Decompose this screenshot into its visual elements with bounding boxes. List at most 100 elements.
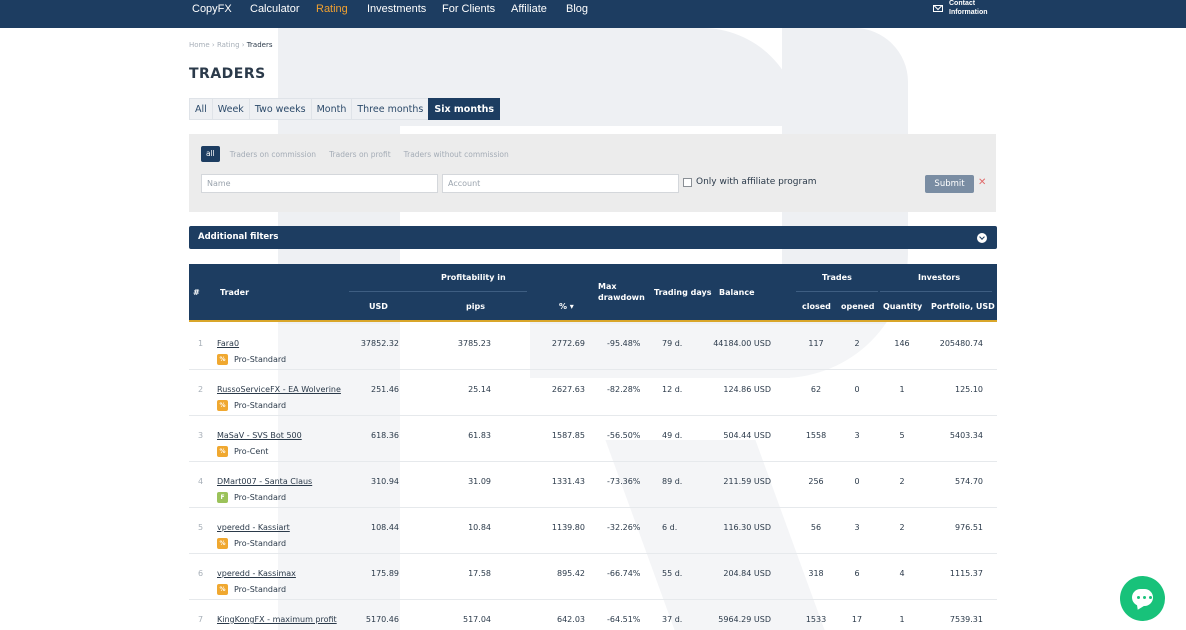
trader-name-link[interactable]: vperedd - Kassiart: [217, 523, 290, 532]
breadcrumb-current: Traders: [246, 41, 273, 49]
investors-quantity: 1: [899, 385, 905, 394]
account-type-label: Pro-Standard: [234, 539, 287, 548]
table-row: 4 DMart007 - Santa Claus F Pro-Standard …: [189, 462, 997, 508]
nav-item-copyfx[interactable]: CopyFX: [192, 3, 232, 15]
profit-pips: 25.14: [468, 385, 491, 394]
checkbox-icon[interactable]: [683, 177, 692, 187]
period-tabs: All Week Two weeks Month Three months Si…: [189, 98, 501, 120]
account-type-label: Pro-Standard: [234, 355, 287, 364]
trading-days: 55 d.: [662, 569, 683, 578]
percent-badge-icon: %: [217, 354, 228, 365]
trader-name-link[interactable]: DMart007 - Santa Claus: [217, 477, 312, 486]
profit-usd: 175.89: [371, 569, 399, 578]
balance: 5964.29 USD: [718, 615, 771, 624]
header-balance[interactable]: Balance: [719, 288, 755, 297]
profit-usd: 310.94: [371, 477, 399, 486]
account-type: % Pro-Standard: [217, 538, 286, 549]
submit-button[interactable]: Submit: [925, 175, 974, 193]
percent-badge-icon: %: [217, 584, 228, 595]
header-trading-days[interactable]: Trading days: [654, 288, 711, 297]
investors-portfolio: 205480.74: [939, 339, 983, 348]
header-usd[interactable]: USD: [369, 302, 388, 311]
row-number: 6: [198, 569, 204, 578]
affiliate-checkbox[interactable]: Only with affiliate program: [683, 177, 817, 187]
filter-tab-profit[interactable]: Traders on profit: [329, 150, 391, 159]
investors-quantity: 5: [899, 431, 905, 440]
profit-percent: 1139.80: [551, 523, 585, 532]
chat-button[interactable]: [1120, 576, 1165, 621]
filter-tab-all[interactable]: all: [201, 146, 220, 162]
profit-usd: 5170.46: [365, 615, 399, 624]
top-navigation: CopyFX Calculator Rating Investments For…: [0, 0, 1186, 28]
table-row: 6 vperedd - Kassimax % Pro-Standard 175.…: [189, 554, 997, 600]
period-tab-six-months[interactable]: Six months: [428, 98, 501, 120]
trading-days: 37 d.: [662, 615, 683, 624]
nav-item-blog[interactable]: Blog: [566, 3, 588, 15]
header-max-drawdown[interactable]: Max: [598, 282, 617, 291]
affiliate-checkbox-label: Only with affiliate program: [696, 177, 817, 187]
period-tab-all[interactable]: All: [189, 98, 212, 120]
header-investors: Investors: [918, 273, 961, 282]
header-percent-sort[interactable]: % ▾: [559, 302, 574, 311]
profit-usd: 37852.32: [360, 339, 399, 348]
table-row: 1 Fara0 % Pro-Standard 37852.32 3785.23 …: [189, 324, 997, 370]
account-type-label: Pro-Standard: [234, 493, 287, 502]
nav-item-investments[interactable]: Investments: [367, 3, 426, 15]
investors-quantity: 2: [899, 523, 905, 532]
trades-closed: 117: [808, 339, 824, 348]
trades-closed: 1533: [805, 615, 827, 624]
nav-item-calculator[interactable]: Calculator: [250, 3, 300, 15]
header-closed[interactable]: closed: [802, 302, 831, 311]
period-tab-week[interactable]: Week: [211, 98, 249, 120]
header-max-drawdown-line2: drawdown: [598, 293, 645, 302]
investors-portfolio: 976.51: [955, 523, 983, 532]
header-portfolio[interactable]: Portfolio, USD: [931, 302, 995, 311]
additional-filters-bar[interactable]: Additional filters: [189, 226, 997, 249]
profit-percent: 2627.63: [551, 385, 585, 394]
breadcrumb-rating[interactable]: Rating: [217, 41, 240, 49]
trades-opened: 3: [854, 523, 860, 532]
trades-opened: 2: [854, 339, 860, 348]
header-opened[interactable]: opened: [841, 302, 875, 311]
period-tab-three-months[interactable]: Three months: [351, 98, 429, 120]
nav-item-rating[interactable]: Rating: [316, 3, 348, 15]
percent-badge-icon: %: [217, 446, 228, 457]
trades-opened: 0: [854, 477, 860, 486]
investors-portfolio: 1115.37: [949, 569, 983, 578]
trader-name-link[interactable]: RussoServiceFX - EA Wolverine: [217, 385, 341, 394]
max-drawdown: -56.50%: [607, 431, 641, 440]
breadcrumb-home[interactable]: Home: [189, 41, 210, 49]
max-drawdown: -82.28%: [607, 385, 641, 394]
trader-name-link[interactable]: MaSaV - SVS Bot 500: [217, 431, 302, 440]
filter-tab-commission[interactable]: Traders on commission: [230, 150, 316, 159]
trades-opened: 17: [851, 615, 863, 624]
balance: 504.44 USD: [723, 431, 771, 440]
trader-name-link[interactable]: vperedd - Kassimax: [217, 569, 296, 578]
name-input[interactable]: Name: [201, 174, 438, 193]
trader-name-link[interactable]: KingKongFX - maximum profit: [217, 615, 337, 624]
period-tab-two-weeks[interactable]: Two weeks: [248, 98, 311, 120]
trades-closed: 256: [808, 477, 824, 486]
header-quantity[interactable]: Quantity: [883, 302, 922, 311]
header-pips[interactable]: pips: [466, 302, 485, 311]
header-trades: Trades: [822, 273, 852, 282]
profit-usd: 108.44: [371, 523, 399, 532]
trading-days: 49 d.: [662, 431, 683, 440]
nav-item-affiliate[interactable]: Affiliate: [511, 3, 547, 15]
account-input[interactable]: Account: [442, 174, 679, 193]
percent-badge-icon: %: [217, 538, 228, 549]
period-tab-month[interactable]: Month: [310, 98, 352, 120]
nav-item-for-clients[interactable]: For Clients: [442, 3, 495, 15]
header-trader: Trader: [220, 288, 250, 297]
trades-closed: 56: [810, 523, 822, 532]
filter-tab-without-commission[interactable]: Traders without commission: [404, 150, 509, 159]
trader-name-link[interactable]: Fara0: [217, 339, 239, 348]
clear-filters-icon[interactable]: ✕: [978, 177, 986, 189]
chevron-down-icon[interactable]: [977, 233, 987, 243]
table-row: 2 RussoServiceFX - EA Wolverine % Pro-St…: [189, 370, 997, 416]
trades-opened: 0: [854, 385, 860, 394]
trading-days: 79 d.: [662, 339, 683, 348]
trades-closed: 1558: [805, 431, 827, 440]
investors-portfolio: 5403.34: [949, 431, 983, 440]
trades-opened: 6: [854, 569, 860, 578]
